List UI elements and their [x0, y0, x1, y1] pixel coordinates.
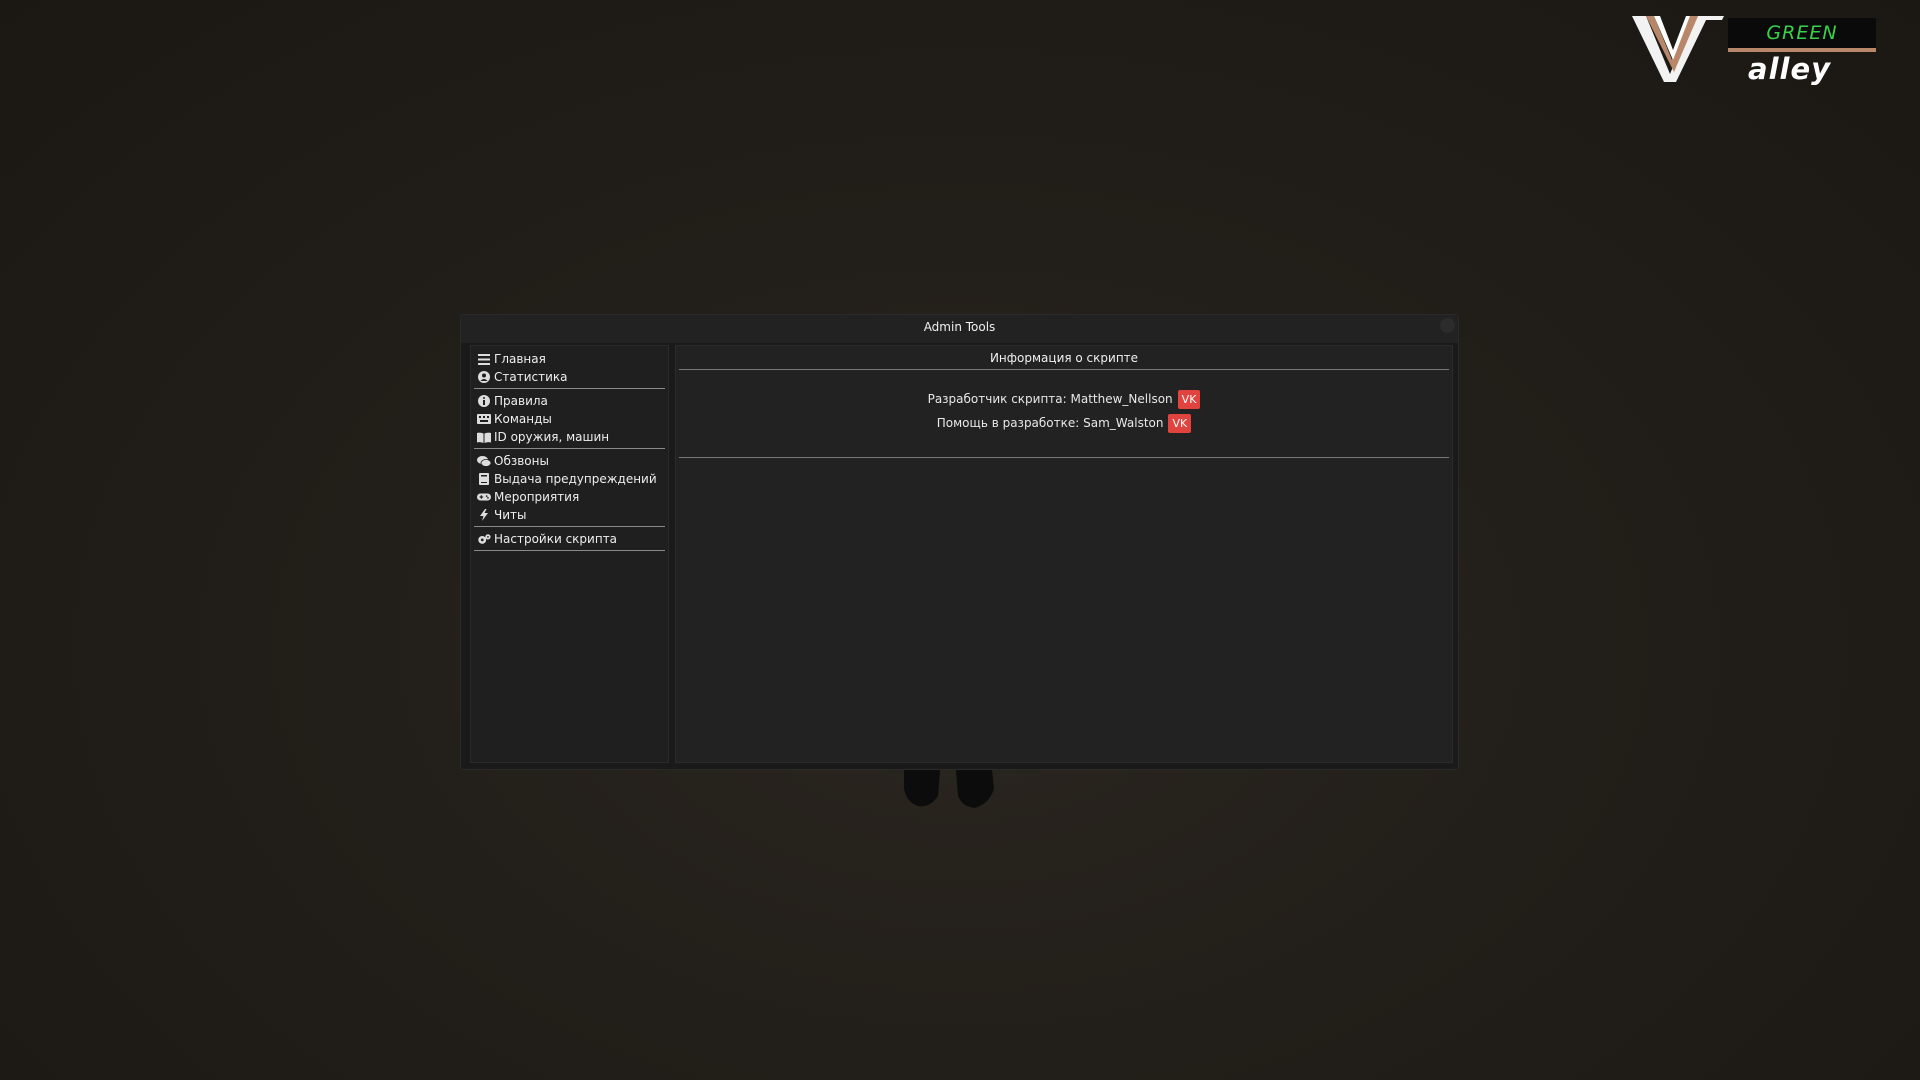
sidebar-item-settings[interactable]: Настройки скрипта — [474, 530, 665, 548]
sidebar-item-label: Статистика — [494, 370, 568, 384]
sidebar-item-commands[interactable]: Команды — [474, 410, 665, 428]
window-title: Admin Tools — [923, 320, 996, 334]
sidebar-nav: Главная Статистика Правила Команды ID ор… — [470, 345, 669, 763]
sidebar-item-rules[interactable]: Правила — [474, 392, 665, 410]
green-valley-logo: GREEN alley — [1632, 16, 1882, 86]
admin-tools-window: Admin Tools Главная Статистика Правила К… — [460, 314, 1459, 770]
helper-line: Помощь в разработке: Sam_Walston VK — [676, 411, 1452, 435]
sidebar-item-label: Главная — [494, 352, 546, 366]
logo-v-mark — [1632, 16, 1724, 82]
panel-divider — [679, 369, 1449, 370]
gears-icon — [477, 533, 491, 545]
sidebar-divider — [474, 526, 665, 527]
user-circle-icon — [477, 371, 491, 383]
sidebar-item-main[interactable]: Главная — [474, 350, 665, 368]
sidebar-item-label: Мероприятия — [494, 490, 580, 504]
book-icon — [477, 431, 491, 443]
sidebar-item-weapon-ids[interactable]: ID оружия, машин — [474, 428, 665, 446]
notebook-icon — [477, 473, 491, 485]
logo-alley-text: alley — [1748, 52, 1832, 86]
panel-title: Информация о скрипте — [989, 351, 1139, 365]
sidebar-item-statistics[interactable]: Статистика — [474, 368, 665, 386]
panel-divider — [679, 457, 1449, 458]
helper-text: Помощь в разработке: Sam_Walston — [936, 416, 1164, 430]
sidebar-item-cheats[interactable]: Читы — [474, 506, 665, 524]
close-button[interactable] — [1440, 318, 1455, 333]
main-panel: Информация о скрипте Разработчик скрипта… — [675, 345, 1453, 763]
helper-vk-button[interactable]: VK — [1168, 413, 1192, 433]
sidebar-divider — [474, 550, 665, 551]
sidebar-divider — [474, 448, 665, 449]
sidebar-item-calls[interactable]: Обзвоны — [474, 452, 665, 470]
sidebar-item-warnings[interactable]: Выдача предупреждений — [474, 470, 665, 488]
developer-vk-button[interactable]: VK — [1177, 389, 1201, 409]
gamepad-icon — [477, 491, 491, 503]
menu-icon — [477, 353, 491, 365]
sidebar-item-label: Обзвоны — [494, 454, 549, 468]
sidebar-item-label: Правила — [494, 394, 548, 408]
sidebar-item-label: Настройки скрипта — [494, 532, 618, 546]
sidebar-item-events[interactable]: Мероприятия — [474, 488, 665, 506]
lightning-icon — [477, 509, 491, 521]
character-feet — [904, 770, 994, 808]
info-icon — [477, 395, 491, 407]
chat-icon — [477, 455, 491, 467]
developer-line: Разработчик скрипта: Matthew_Nellson VK — [676, 387, 1452, 411]
sidebar-divider — [474, 388, 665, 389]
logo-green-text: GREEN — [1728, 18, 1876, 52]
sidebar-item-label: Выдача предупреждений — [494, 472, 657, 486]
sidebar-item-label: Читы — [494, 508, 527, 522]
developer-text: Разработчик скрипта: Matthew_Nellson — [927, 392, 1173, 406]
sidebar-item-label: ID оружия, машин — [494, 430, 610, 444]
window-titlebar[interactable]: Admin Tools — [461, 315, 1458, 343]
keyboard-icon — [477, 413, 491, 425]
sidebar-item-label: Команды — [494, 412, 552, 426]
script-info: Разработчик скрипта: Matthew_Nellson VK … — [676, 387, 1452, 435]
